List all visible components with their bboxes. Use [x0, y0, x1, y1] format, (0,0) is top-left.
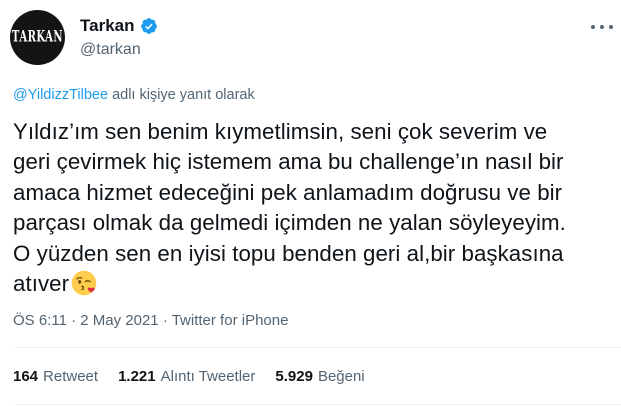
retweets-label: Retweet [43, 368, 99, 385]
tweet-line: O yüzden sen en iyisi topu benden geri a… [13, 240, 564, 266]
tweet-line: Yıldız’ım sen benim kıymetlimsin, seni ç… [13, 119, 548, 144]
more-dot [609, 25, 613, 29]
engagement-stats: 164 Retweet 1.221 Alıntı Tweetler 5.929 … [13, 368, 385, 385]
retweets-stat[interactable]: 164 Retweet [13, 368, 98, 385]
tweet-line-last: atıver [13, 269, 613, 299]
tweet-date[interactable]: 2 May 2021 [80, 312, 158, 329]
tweet-time[interactable]: ÖS 6:11 [13, 312, 67, 329]
tweet-line: atıver [13, 271, 70, 297]
divider [13, 347, 621, 348]
kiss-emoji-icon [71, 270, 97, 296]
tweet-meta: ÖS 6:11 · 2 May 2021 · Twitter for iPhon… [13, 312, 288, 329]
reply-suffix: adlı kişiye yanıt olarak [108, 87, 255, 103]
more-options-icon[interactable] [591, 20, 613, 34]
likes-stat[interactable]: 5.929 Beğeni [275, 368, 364, 385]
tweet-source[interactable]: Twitter for iPhone [172, 312, 289, 329]
author-name-row[interactable]: Tarkan [80, 16, 158, 36]
quote-tweets-count: 1.221 [118, 368, 156, 385]
likes-count: 5.929 [275, 368, 313, 385]
more-dot [600, 25, 604, 29]
meta-separator: · [158, 312, 172, 329]
likes-label: Beğeni [317, 368, 365, 385]
avatar[interactable]: TARKAN [10, 10, 65, 65]
author-handle[interactable]: @tarkan [80, 41, 141, 59]
retweets-count: 164 [13, 368, 39, 385]
author-display-name[interactable]: Tarkan [80, 16, 135, 36]
meta-separator: · [66, 312, 81, 329]
quote-tweets-label: Alıntı Tweetler [160, 368, 256, 385]
reply-mention-link[interactable]: @YildizzTilbee [13, 87, 108, 103]
avatar-logo: TARKAN [11, 28, 64, 47]
verified-badge-icon [140, 18, 157, 34]
tweet-line: amaca hizmet edeceğini pek anlamadım doğ… [13, 179, 563, 205]
tweet-line: geri çevirmek hiç istemem ama bu challen… [13, 149, 564, 175]
more-dot [591, 25, 595, 29]
divider [13, 404, 621, 405]
quote-tweets-stat[interactable]: 1.221 Alıntı Tweetler [118, 368, 255, 385]
reply-context: @YildizzTilbee adlı kişiye yanıt olarak [13, 87, 255, 103]
tweet-text: Yıldız’ım sen benim kıymetlimsin, seni ç… [13, 117, 613, 299]
tweet-line: parçası olmak da gelmedi içimden ne yala… [13, 210, 566, 236]
tweet-card: TARKAN Tarkan @tarkan @YildizzTilbee adl… [0, 0, 621, 406]
